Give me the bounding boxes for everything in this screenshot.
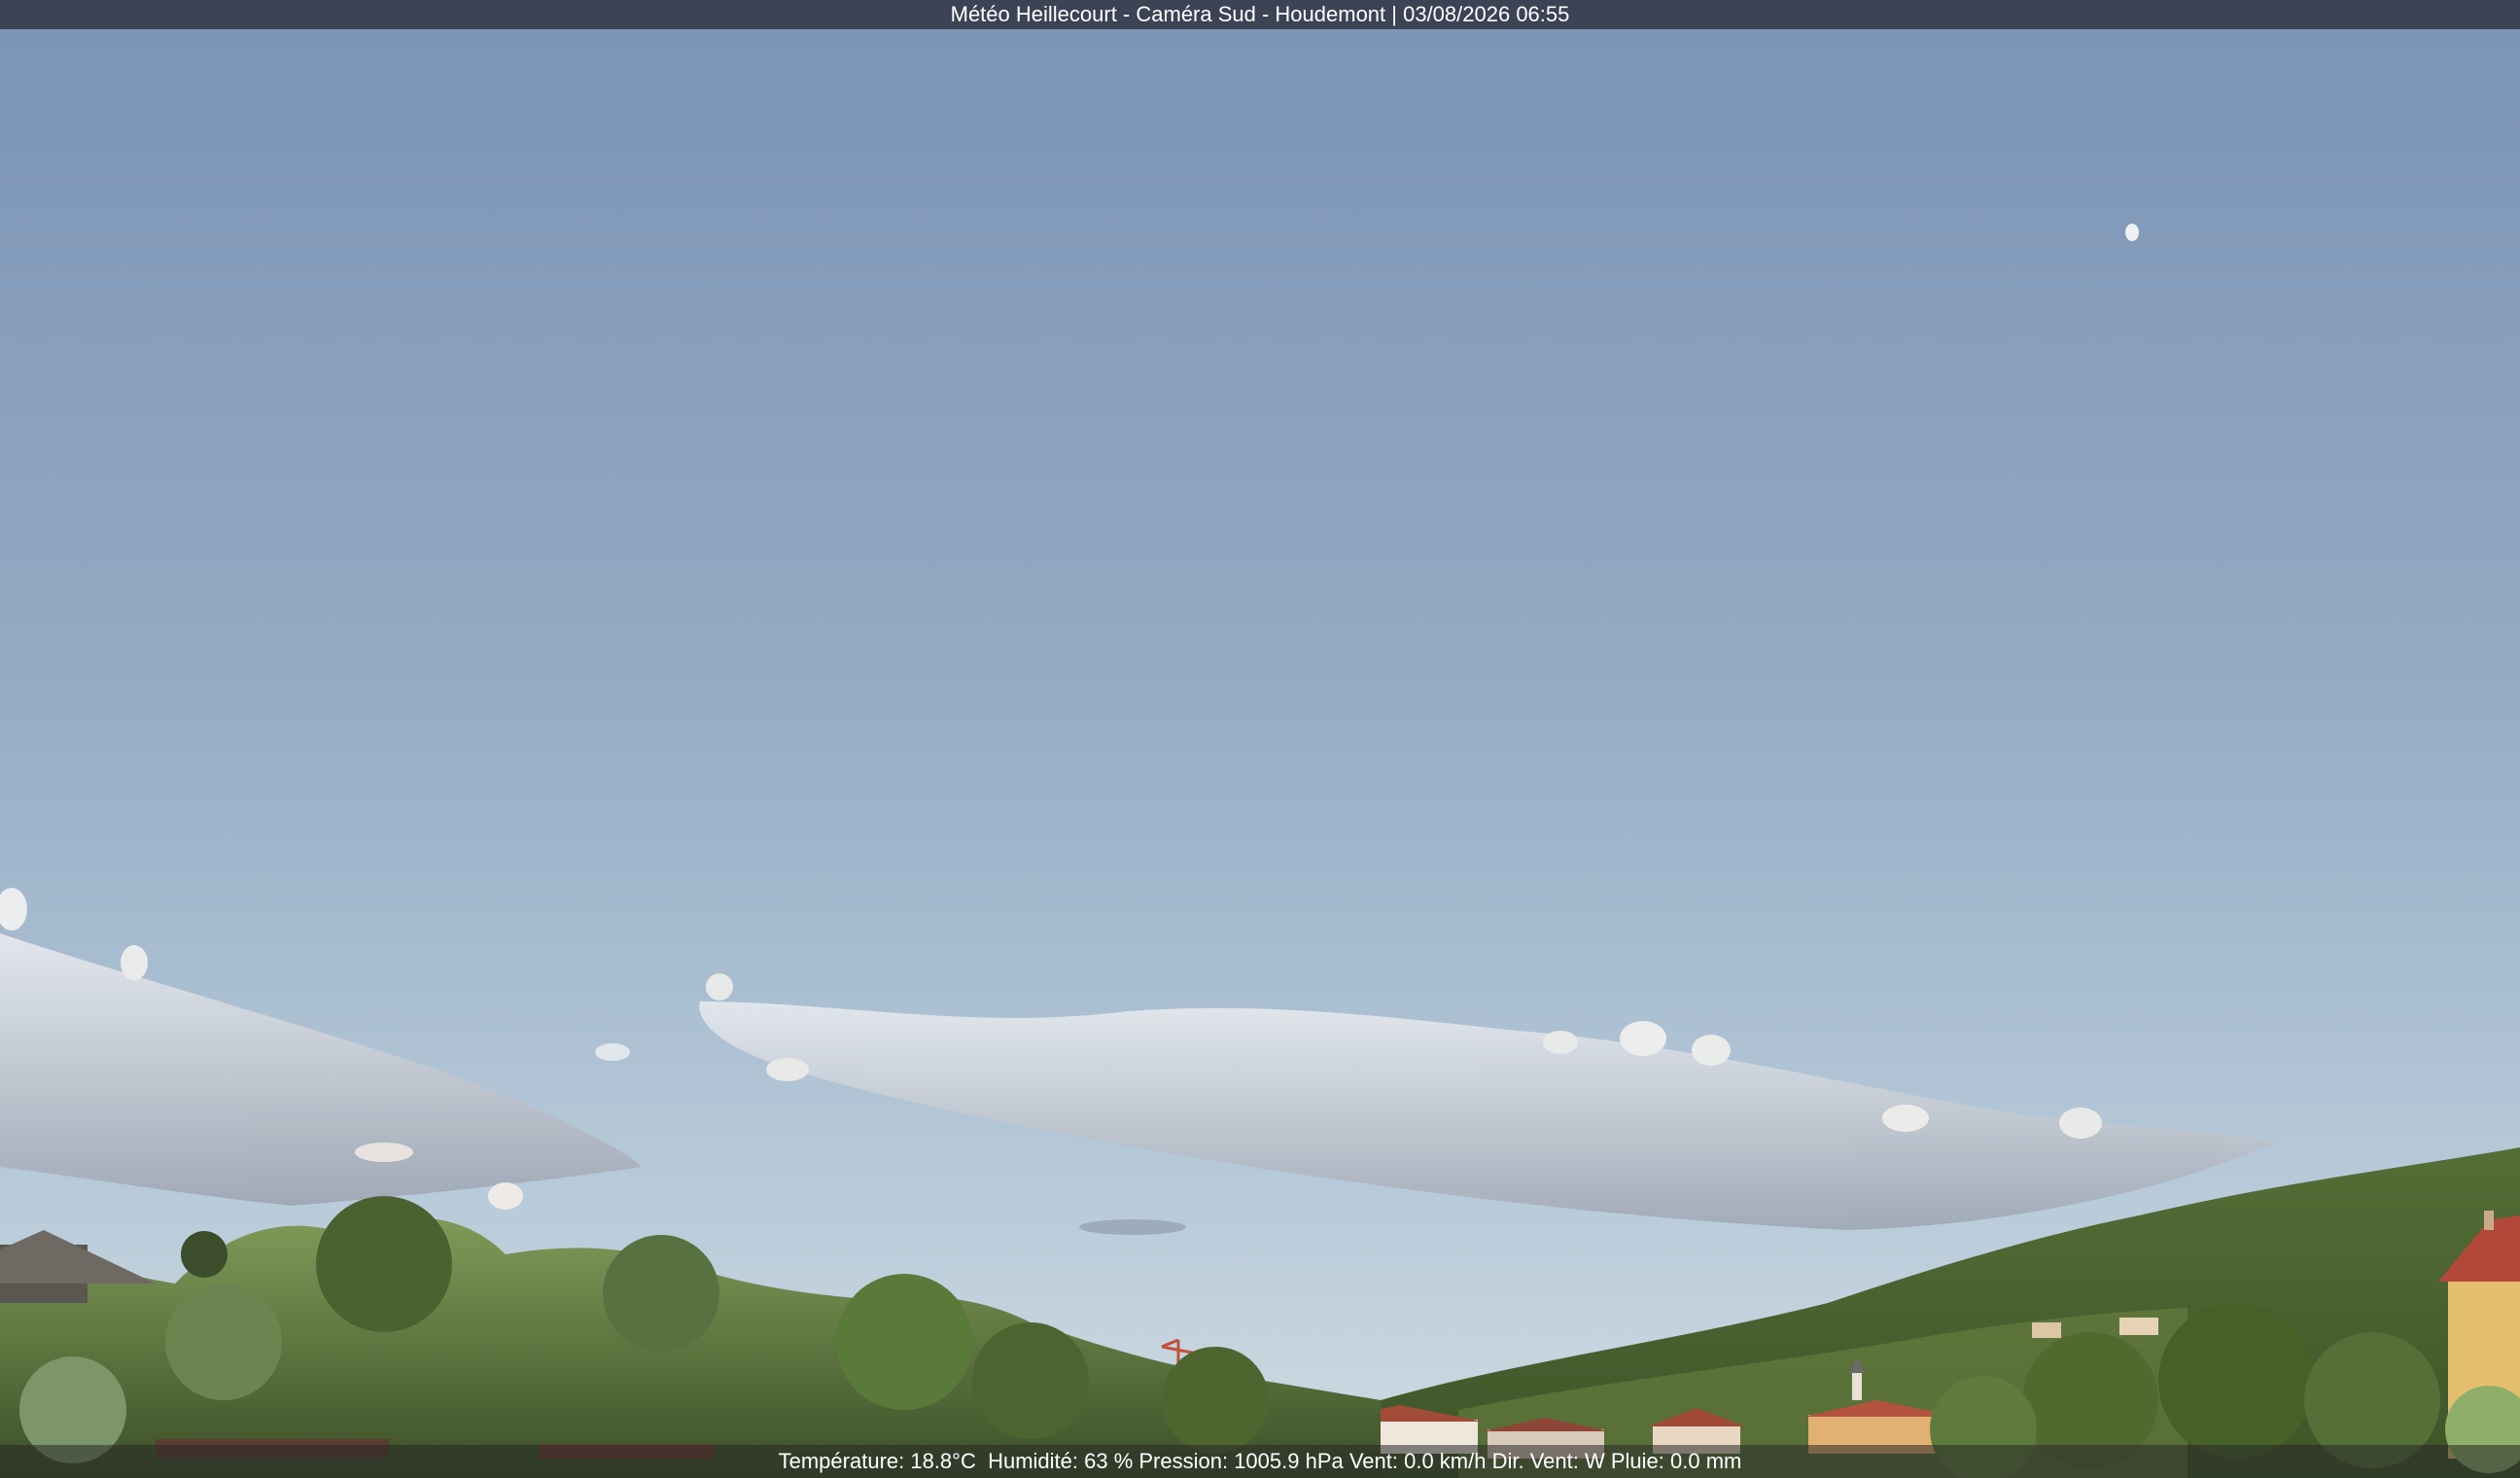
camera-title-bar: Météo Heillecourt - Caméra Sud - Houdemo… [0,0,2520,29]
cloud-puff [595,1043,630,1061]
webcam-scene [0,0,2520,1478]
weather-readout: Température: 18.8°C Humidité: 63 % Press… [0,1445,2520,1478]
cloud-wisp [1079,1219,1186,1235]
moon [2125,224,2139,241]
webcam-frame: Météo Heillecourt - Caméra Sud - Houdemo… [0,0,2520,1478]
